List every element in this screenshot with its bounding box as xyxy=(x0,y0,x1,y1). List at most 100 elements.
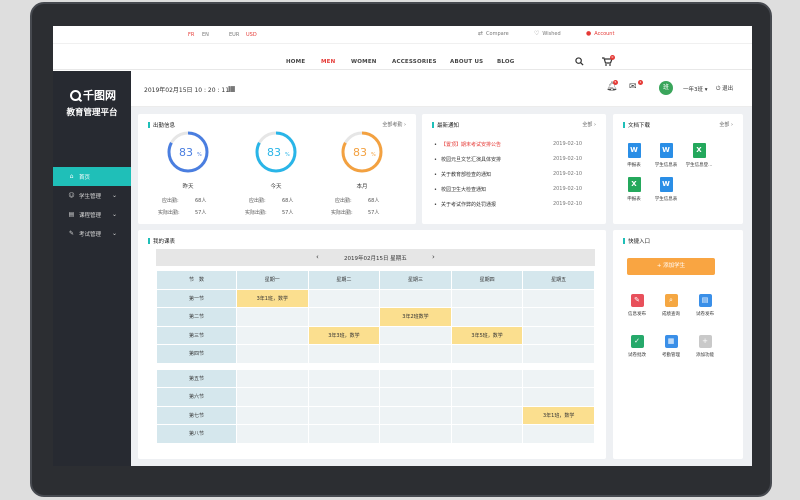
nav-about[interactable]: ABOUT US xyxy=(450,59,483,65)
username-dropdown[interactable]: 一年3班 ▾ xyxy=(683,85,708,93)
empty-slot[interactable] xyxy=(450,405,524,425)
documents-more-link[interactable]: 全部 › xyxy=(719,121,733,128)
search-icon[interactable] xyxy=(575,57,584,66)
quick-attendance[interactable]: ▦ 考勤管理 xyxy=(657,335,685,358)
empty-slot[interactable] xyxy=(236,368,309,388)
documents-title: 文档下载 xyxy=(623,121,650,129)
document-item[interactable]: X 申报表 xyxy=(619,177,649,202)
account-link[interactable]: ● Account xyxy=(586,30,614,37)
add-student-button[interactable]: + 添加学生 xyxy=(627,258,715,275)
class-slot[interactable]: 3年5班，数学 xyxy=(450,325,524,345)
class-slot[interactable]: 3年1班，数学 xyxy=(522,405,595,425)
empty-slot[interactable] xyxy=(307,307,381,327)
quick-grade-query[interactable]: ⌕ 成绩查询 xyxy=(657,294,685,317)
empty-slot[interactable] xyxy=(307,288,381,308)
empty-slot[interactable] xyxy=(236,325,309,345)
empty-slot[interactable] xyxy=(379,405,452,425)
empty-slot[interactable] xyxy=(236,405,309,425)
empty-slot[interactable] xyxy=(379,387,452,407)
nav-men[interactable]: MEN xyxy=(321,59,335,65)
attendance-more-link[interactable]: 全部考勤 › xyxy=(382,121,406,128)
nav-home[interactable]: HOME xyxy=(286,59,305,65)
class-slot[interactable]: 3年1班，数学 xyxy=(236,288,309,308)
empty-slot[interactable] xyxy=(522,387,595,407)
compare-link[interactable]: ⇄ Compare xyxy=(478,30,509,37)
lang-fr[interactable]: FR xyxy=(188,32,194,38)
empty-slot[interactable] xyxy=(236,387,309,407)
empty-slot[interactable] xyxy=(236,344,309,364)
notice-item[interactable]: 【置顶】期末考试安排公告2019-02-10 xyxy=(434,141,582,148)
calendar-icon[interactable]: ▦ xyxy=(228,84,236,93)
document-item[interactable]: W 学生信息表 xyxy=(651,177,681,202)
logout-button[interactable]: ⏻ 退出 xyxy=(716,84,733,93)
empty-slot[interactable] xyxy=(307,387,381,407)
empty-slot[interactable] xyxy=(522,325,595,345)
empty-slot[interactable] xyxy=(307,344,381,364)
notice-item[interactable]: 关于考试作弊的处罚通报2019-02-10 xyxy=(434,201,582,208)
empty-slot[interactable] xyxy=(307,405,381,425)
quick-entry-title: 快捷入口 xyxy=(623,237,650,245)
empty-slot[interactable] xyxy=(522,368,595,388)
check-icon: ✓ xyxy=(630,335,644,348)
gauge-label: 本月 xyxy=(356,184,368,190)
avatar[interactable]: 班 xyxy=(659,81,673,95)
empty-slot[interactable] xyxy=(379,344,452,364)
empty-slot[interactable] xyxy=(379,325,452,345)
mail-badge: 1 xyxy=(638,80,643,85)
empty-slot[interactable] xyxy=(379,288,452,308)
gauge-ring: 83% xyxy=(255,131,297,173)
empty-slot[interactable] xyxy=(450,288,524,308)
empty-slot[interactable] xyxy=(522,424,595,444)
lang-en[interactable]: EN xyxy=(202,32,209,38)
nav-blog[interactable]: BLOG xyxy=(497,59,515,65)
notices-title: 最新通知 xyxy=(432,121,459,129)
empty-slot[interactable] xyxy=(450,387,524,407)
prev-week-button[interactable]: ‹ xyxy=(316,253,319,261)
document-item[interactable]: W 学生信息表 xyxy=(651,143,681,168)
sidebar-item-exams[interactable]: ✎ 考试管理 ⌄ xyxy=(53,224,131,243)
period-label: 第七节 xyxy=(156,405,237,425)
sidebar-item-students[interactable]: ☺ 学生管理 ⌄ xyxy=(53,186,131,205)
empty-slot[interactable] xyxy=(450,368,524,388)
quick-info-publish[interactable]: ✎ 信息发布 xyxy=(623,294,651,317)
empty-slot[interactable] xyxy=(522,288,595,308)
document-item[interactable]: X 学生信息登... xyxy=(681,143,717,168)
mail-icon[interactable]: ✉ xyxy=(629,82,637,92)
nav-accessories[interactable]: ACCESSORIES xyxy=(392,59,437,65)
empty-slot[interactable] xyxy=(450,344,524,364)
quick-paper-grading[interactable]: ✓ 试卷批改 xyxy=(623,335,651,358)
logo[interactable]: 千图网 xyxy=(70,87,116,103)
sidebar-item-courses[interactable]: ▤ 课程管理 ⌄ xyxy=(53,205,131,224)
gauge-value: 83 xyxy=(353,146,367,159)
currency-usd[interactable]: USD xyxy=(246,32,257,38)
empty-slot[interactable] xyxy=(307,368,381,388)
empty-slot[interactable] xyxy=(236,307,309,327)
empty-slot[interactable] xyxy=(450,424,524,444)
empty-slot[interactable] xyxy=(379,424,452,444)
empty-slot[interactable] xyxy=(522,344,595,364)
notice-item[interactable]: 校园元旦文艺汇演具体安排2019-02-10 xyxy=(434,156,582,163)
empty-slot[interactable] xyxy=(450,307,524,327)
wished-link[interactable]: ♡ Wished xyxy=(534,30,561,37)
nav-women[interactable]: WOMEN xyxy=(351,59,377,65)
notices-more-link[interactable]: 全部 › xyxy=(582,121,596,128)
schedule-date-bar: ‹ 2019年02月15日 星期五 › xyxy=(156,249,595,266)
empty-slot[interactable] xyxy=(236,424,309,444)
gauge-value: 83 xyxy=(179,146,193,159)
chevron-down-icon: ⌄ xyxy=(111,211,117,218)
sidebar-item-home[interactable]: ⌂ 首页 xyxy=(53,167,131,186)
quick-add-function[interactable]: + 添加功能 xyxy=(691,335,719,358)
expected-value: 68人 xyxy=(368,198,380,204)
document-item[interactable]: W 申报表 xyxy=(619,143,649,168)
class-slot[interactable]: 3年3班，数学 xyxy=(307,325,381,345)
quick-paper-publish[interactable]: ▤ 试卷发布 xyxy=(691,294,719,317)
empty-slot[interactable] xyxy=(307,424,381,444)
notice-item[interactable]: 关于教育部检查的通知2019-02-10 xyxy=(434,171,582,178)
currency-eur[interactable]: EUR xyxy=(229,32,239,38)
empty-slot[interactable] xyxy=(522,307,595,327)
next-week-button[interactable]: › xyxy=(432,253,435,261)
empty-slot[interactable] xyxy=(379,368,452,388)
notice-item[interactable]: 校园卫生大检查通知2019-02-10 xyxy=(434,186,582,193)
period-label: 第三节 xyxy=(156,325,237,345)
class-slot[interactable]: 3年2班数学 xyxy=(379,307,452,327)
